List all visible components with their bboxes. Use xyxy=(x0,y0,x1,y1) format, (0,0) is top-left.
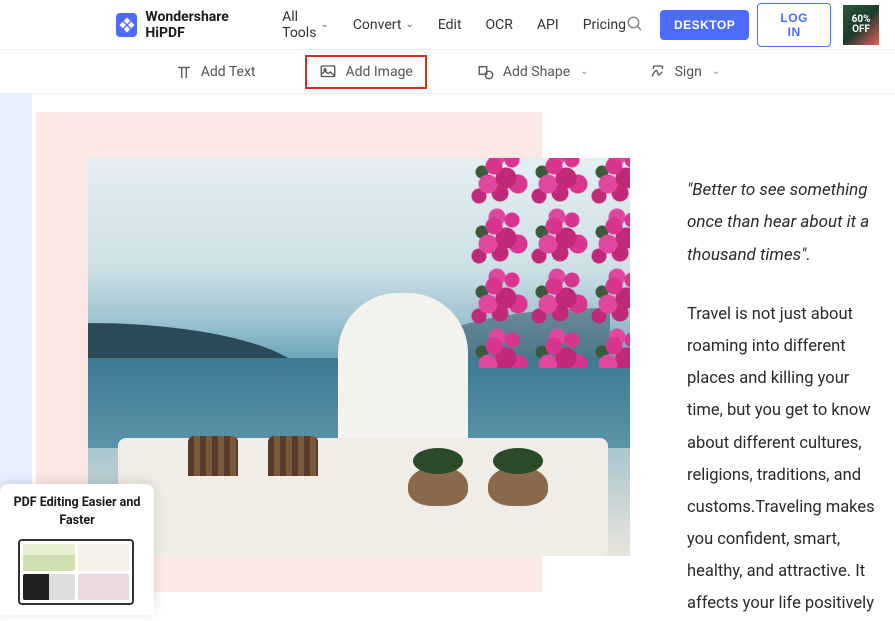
nav-ocr[interactable]: OCR xyxy=(486,17,513,33)
login-button[interactable]: LOG IN xyxy=(757,3,831,47)
document-quote[interactable]: "Better to see something once than hear … xyxy=(687,174,875,271)
sign-tool[interactable]: Sign ⌄ xyxy=(639,57,731,87)
document-text-column: "Better to see something once than hear … xyxy=(675,94,895,615)
shape-icon xyxy=(477,63,495,81)
chevron-down-icon: ⌄ xyxy=(712,66,720,77)
nav-convert[interactable]: Convert⌄ xyxy=(353,17,414,33)
nav-all-tools[interactable]: All Tools⌄ xyxy=(282,9,329,41)
main-nav: All Tools⌄ Convert⌄ Edit OCR API Pricing xyxy=(282,9,626,41)
promo-title: PDF Editing Easier and Faster xyxy=(8,494,146,529)
promo-off: OFF xyxy=(852,25,870,35)
chevron-down-icon: ⌄ xyxy=(580,66,588,77)
chevron-down-icon: ⌄ xyxy=(320,19,328,30)
image-icon xyxy=(319,63,337,81)
main-header: Wondershare HiPDF All Tools⌄ Convert⌄ Ed… xyxy=(0,0,895,50)
search-icon[interactable] xyxy=(626,15,644,35)
promo-badge[interactable]: 60% OFF xyxy=(843,5,879,45)
promo-illustration xyxy=(8,537,146,615)
text-icon xyxy=(175,63,193,81)
sign-icon xyxy=(649,63,667,81)
logo-icon xyxy=(116,13,137,37)
chevron-down-icon: ⌄ xyxy=(405,19,413,30)
add-image-tool[interactable]: Add Image xyxy=(305,55,426,89)
promo-pct: 60% xyxy=(852,15,871,25)
brand-name: Wondershare HiPDF xyxy=(145,9,258,41)
add-text-tool[interactable]: Add Text xyxy=(165,57,266,87)
inserted-image[interactable] xyxy=(88,158,630,556)
nav-api[interactable]: API xyxy=(537,17,559,33)
brand-logo[interactable]: Wondershare HiPDF xyxy=(116,9,258,41)
nav-edit[interactable]: Edit xyxy=(438,17,462,33)
add-shape-tool[interactable]: Add Shape ⌄ xyxy=(467,57,599,87)
document-paragraph[interactable]: Travel is not just about roaming into di… xyxy=(687,299,875,621)
nav-pricing[interactable]: Pricing xyxy=(583,17,626,33)
edit-toolbar: Add Text Add Image Add Shape ⌄ Sign ⌄ xyxy=(0,50,895,94)
promo-popup[interactable]: PDF Editing Easier and Faster xyxy=(0,484,154,615)
desktop-button[interactable]: DESKTOP xyxy=(660,10,749,40)
